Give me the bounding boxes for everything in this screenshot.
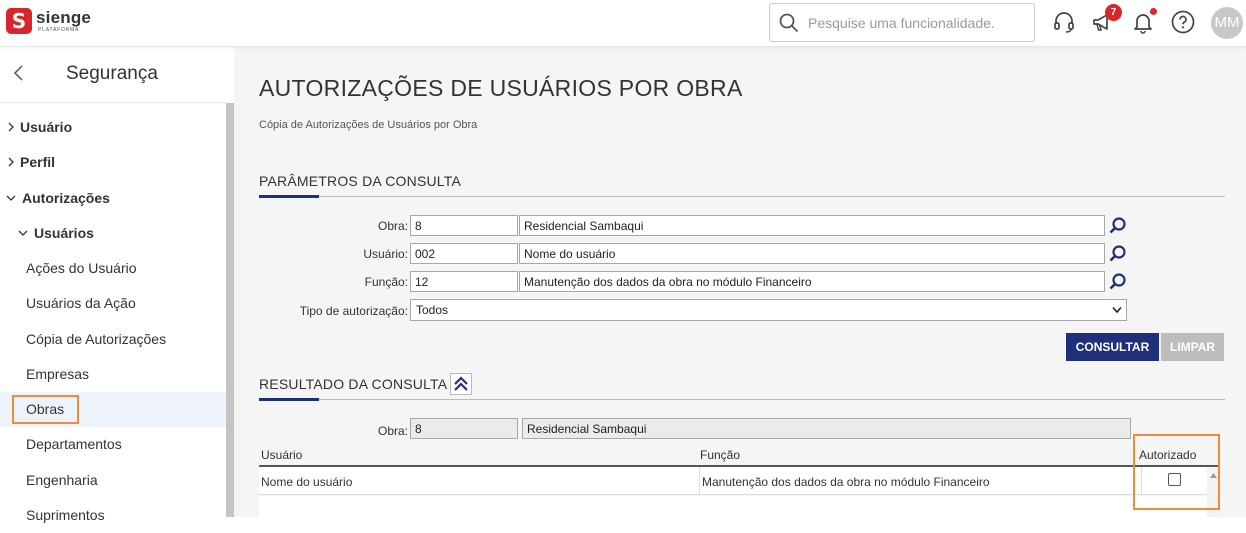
sidebar-item-suprimentos[interactable]: Suprimentos (0, 498, 226, 533)
sidebar-item-usuario[interactable]: Usuário (0, 110, 226, 145)
funcao-desc-field[interactable]: Manutenção dos dados da obra no módulo F… (519, 271, 1105, 292)
sienge-logo-mark: S (6, 8, 32, 34)
sidebar-item-usuarios[interactable]: Usuários (0, 216, 226, 251)
sidebar-item-acoes-do-usuario[interactable]: Ações do Usuário (0, 251, 226, 286)
sidebar-item-autorizacoes[interactable]: Autorizações (0, 181, 226, 216)
brand-sub: PLATAFORMA (38, 27, 80, 33)
usuario-code-field[interactable]: 002 (410, 243, 518, 264)
main-content: AUTORIZAÇÕES DE USUÁRIOS POR OBRA Cópia … (234, 47, 1246, 517)
chevron-down-icon (1112, 306, 1122, 314)
brand-name: sienge (36, 8, 92, 27)
sidebar-item-copia-de-autorizacoes[interactable]: Cópia de Autorizações (0, 322, 226, 357)
autorizado-highlight-box (1133, 434, 1220, 510)
params-accent (259, 195, 319, 198)
result-obra-code: 8 (410, 418, 518, 439)
sidebar-title: Segurança (66, 63, 158, 84)
chevron-right-icon (8, 122, 14, 132)
sidebar-header: Segurança (0, 47, 226, 103)
result-accent (259, 398, 319, 401)
funcao-label: Função: (364, 275, 408, 289)
result-table: Usuário Função Autorizado Nome do usuári… (259, 443, 1220, 517)
col-header-usuario[interactable]: Usuário (261, 443, 302, 466)
tipo-autorizacao-value: Todos (416, 303, 449, 317)
limpar-button[interactable]: LIMPAR (1161, 333, 1224, 361)
sidebar-item-perfil[interactable]: Perfil (0, 145, 226, 180)
chevron-down-icon (6, 195, 16, 201)
page-subtitle: Cópia de Autorizações de Usuários por Ob… (259, 119, 478, 131)
cell-usuario: Nome do usuário (259, 467, 700, 495)
sidebar-item-usuarios-da-acao[interactable]: Usuários da Ação (0, 286, 226, 321)
sidebar-scrollbar[interactable] (226, 103, 234, 517)
help-icon[interactable] (1171, 10, 1195, 34)
search-icon (779, 13, 799, 32)
bell-alert-dot (1150, 8, 1157, 15)
consultar-button[interactable]: CONSULTAR (1066, 333, 1159, 361)
table-empty-area (259, 496, 1220, 517)
result-divider (259, 399, 1225, 400)
funcao-lookup-icon[interactable] (1108, 272, 1128, 292)
table-row[interactable]: Nome do usuário Manutenção dos dados da … (259, 467, 1220, 495)
funcao-code-field[interactable]: 12 (410, 271, 518, 292)
params-section-title: PARÂMETROS DA CONSULTA (259, 173, 461, 189)
page-title: AUTORIZAÇÕES DE USUÁRIOS POR OBRA (259, 75, 743, 101)
obra-lookup-icon[interactable] (1108, 216, 1128, 236)
tipo-autorizacao-label: Tipo de autorização: (299, 304, 408, 318)
obra-label: Obra: (377, 219, 408, 233)
result-obra-label: Obra: (377, 424, 408, 438)
cell-funcao: Manutenção dos dados da obra no módulo F… (700, 467, 1142, 495)
sidebar: Segurança Usuário Perfil Autorizações Us… (0, 47, 234, 523)
result-obra-desc: Residencial Sambaqui (522, 418, 1131, 439)
chevron-down-icon (18, 230, 28, 236)
sidebar-item-departamentos[interactable]: Departamentos (0, 427, 226, 462)
search-box[interactable] (769, 3, 1035, 42)
usuario-lookup-icon[interactable] (1108, 244, 1128, 264)
obra-desc-field[interactable]: Residencial Sambaqui (519, 215, 1105, 236)
usuario-label: Usuário: (363, 247, 408, 261)
back-chevron-icon[interactable] (11, 63, 27, 83)
double-chevron-up-icon (454, 376, 468, 391)
collapse-button[interactable] (450, 373, 472, 395)
result-section-title: RESULTADO DA CONSULTA (259, 376, 448, 392)
headset-icon[interactable] (1052, 10, 1076, 34)
sidebar-item-engenharia[interactable]: Engenharia (0, 463, 226, 498)
top-bar: S sienge PLATAFORMA 7 MM (0, 0, 1246, 47)
col-header-funcao[interactable]: Função (700, 443, 740, 466)
sidebar-item-empresas[interactable]: Empresas (0, 357, 226, 392)
obras-highlight-box (12, 395, 79, 424)
tipo-autorizacao-select[interactable]: Todos (410, 299, 1127, 321)
obra-code-field[interactable]: 8 (410, 215, 518, 236)
sienge-logo[interactable]: S sienge PLATAFORMA (6, 8, 91, 34)
params-divider (259, 196, 1225, 197)
notifications-badge: 7 (1105, 4, 1122, 21)
chevron-right-icon (8, 157, 14, 167)
usuario-desc-field[interactable]: Nome do usuário (519, 243, 1105, 264)
search-input[interactable] (808, 14, 1018, 31)
avatar[interactable]: MM (1211, 7, 1243, 39)
